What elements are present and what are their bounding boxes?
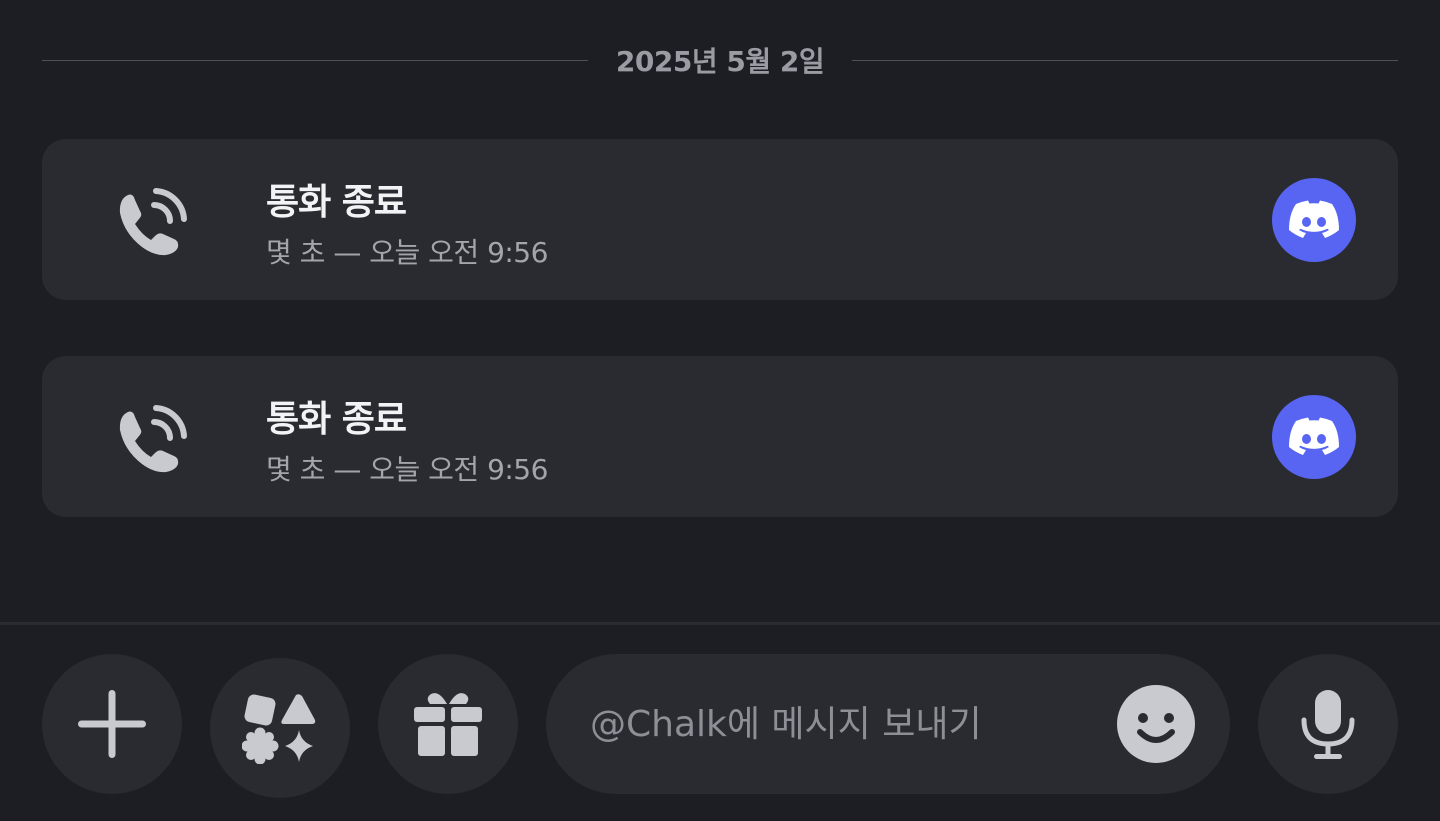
discord-logo-icon — [1289, 200, 1339, 238]
call-title: 통화 종료 — [266, 399, 407, 440]
call-meta: 몇 초 — 오늘 오전 9:56 — [266, 236, 548, 269]
composer-divider — [0, 622, 1440, 625]
call-ended-card[interactable]: 통화 종료 몇 초 — 오늘 오전 9:56 — [42, 356, 1398, 517]
discord-logo-icon — [1289, 417, 1339, 455]
gift-button[interactable] — [378, 654, 518, 794]
gift-icon — [414, 693, 482, 756]
plus-icon — [78, 690, 146, 758]
call-meta: 몇 초 — 오늘 오전 9:56 — [266, 453, 548, 486]
discord-badge — [1272, 395, 1356, 479]
message-composer — [546, 654, 1230, 794]
apps-button[interactable] — [210, 658, 350, 798]
divider-line-left — [42, 59, 588, 61]
apps-icon — [242, 694, 316, 764]
chat-view: 2025년 5월 2일 통화 종료 몇 초 — 오늘 오전 9:56 통화 종료… — [0, 0, 1440, 821]
add-attachment-button[interactable] — [42, 654, 182, 794]
emoji-icon[interactable] — [1116, 684, 1196, 764]
discord-badge — [1272, 178, 1356, 262]
microphone-icon — [1301, 690, 1355, 759]
call-title: 통화 종료 — [266, 182, 407, 223]
divider-line-right — [852, 59, 1399, 61]
date-divider: 2025년 5월 2일 — [42, 38, 1399, 82]
call-ended-card[interactable]: 통화 종료 몇 초 — 오늘 오전 9:56 — [42, 139, 1398, 300]
message-input[interactable] — [590, 694, 1090, 754]
phone-call-icon — [119, 188, 187, 256]
voice-message-button[interactable] — [1258, 654, 1398, 794]
phone-call-icon — [119, 405, 187, 473]
date-divider-label: 2025년 5월 2일 — [615, 45, 825, 78]
